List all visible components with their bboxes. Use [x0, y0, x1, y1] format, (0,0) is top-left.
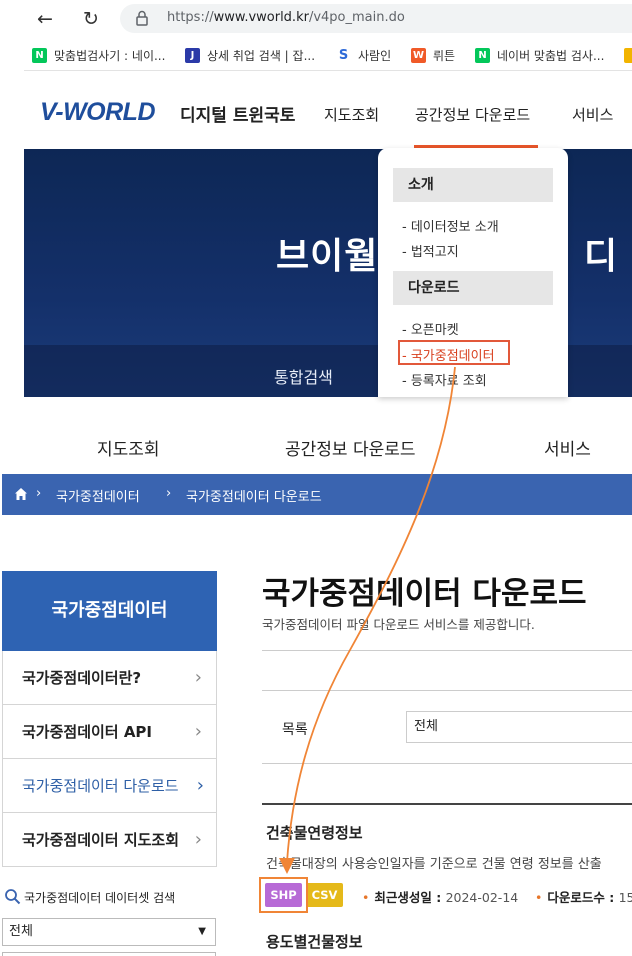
menu-item-open-market[interactable]: - 오픈마켓: [402, 319, 459, 338]
sidebar-item-label: 국가중점데이터 지도조회: [22, 831, 180, 849]
bookmark-label: 사람인: [358, 48, 392, 63]
gnb-service[interactable]: 서비스: [544, 435, 591, 460]
reload-icon[interactable]: ↻: [78, 6, 104, 32]
download-dropdown-menu: 소개 - 데이터정보 소개 - 법적고지 다운로드 - 오픈마켓 - 국가중점데…: [378, 148, 568, 397]
gnb-spatial-download[interactable]: 공간정보 다운로드: [415, 104, 530, 125]
sidebar-item-download[interactable]: 국가중점데이터 다운로드 ›: [2, 759, 217, 813]
dataset-download-count: • 다운로드수 : 15: [535, 890, 632, 905]
breadcrumb: › 국가중점데이터 › 국가중점데이터 다운로드: [2, 474, 632, 515]
dataset-title[interactable]: 용도별건물정보: [266, 931, 363, 952]
bookmark-label: 네이버 맞춤법 검사...: [497, 48, 605, 63]
menu-item-registered-data[interactable]: - 등록자료 조회: [402, 370, 487, 389]
divider: [262, 650, 632, 651]
menu-item-data-info[interactable]: - 데이터정보 소개: [402, 216, 499, 235]
search-icon: [5, 889, 21, 905]
highlight-box: [398, 340, 510, 365]
lock-icon: [136, 10, 148, 26]
dataset-select-secondary[interactable]: [2, 952, 216, 956]
sidebar-item-about[interactable]: 국가중점데이터란? ›: [2, 651, 217, 705]
gnb-service[interactable]: 서비스: [572, 104, 613, 125]
bookmark-label: 상세 취업 검색 | 잡...: [207, 48, 316, 63]
vworld-header: V-WORLD 디지털 트윈국토 지도조회 공간정보 다운로드 서비스: [24, 71, 632, 149]
sidebar-item-label: 국가중점데이터 API: [22, 723, 153, 741]
bookmark-label: 뤼튼: [433, 48, 456, 63]
bookmark-item[interactable]: N 네이버 맞춤법 검사...: [475, 45, 604, 65]
bookmark-overflow-icon[interactable]: [624, 45, 632, 65]
sidebar-item-label: 국가중점데이터란?: [22, 669, 142, 687]
divider: [262, 803, 632, 805]
page-description: 국가중점데이터 파일 다운로드 서비스를 제공합니다.: [262, 617, 535, 632]
bookmark-item[interactable]: J 상세 취업 검색 | 잡...: [185, 45, 315, 65]
chevron-right-icon: ›: [194, 829, 202, 850]
dataset-select[interactable]: 전체 ▼: [2, 918, 216, 946]
filter-select[interactable]: 전체: [406, 711, 632, 743]
breadcrumb-separator-icon: ›: [36, 486, 42, 501]
highlight-box: [259, 877, 308, 913]
breadcrumb-separator-icon: ›: [166, 486, 172, 501]
dropdown-header-download: 다운로드: [393, 271, 553, 305]
sidebar-item-label: 국가중점데이터 다운로드: [22, 777, 179, 795]
filter-label: 목록: [282, 722, 308, 738]
dropdown-header-intro: 소개: [393, 168, 553, 202]
divider: [262, 763, 632, 764]
bookmark-label: 맞춤법검사기 : 네이...: [54, 48, 166, 63]
chevron-right-icon: ›: [194, 667, 202, 688]
naver-icon: N: [32, 47, 47, 63]
sidebar-item-api[interactable]: 국가중점데이터 API ›: [2, 705, 217, 759]
wrtn-icon: W: [411, 47, 426, 63]
breadcrumb-item[interactable]: 국가중점데이터: [56, 486, 140, 505]
gnb-map-view[interactable]: 지도조회: [324, 104, 379, 125]
dataset-description: 건축물대장의 사용승인일자를 기준으로 건물 연령 정보를 산출: [266, 857, 602, 872]
naver-icon: N: [475, 47, 490, 63]
dataset-updated-date: • 최근생성일 : 2024-02-14: [362, 890, 519, 905]
banner-title: 브이월: [276, 236, 379, 277]
dataset-search-text: 국가중점데이터 데이터셋 검색: [24, 890, 176, 905]
caret-down-icon: ▼: [198, 926, 206, 937]
banner-title-tail: 디: [584, 236, 618, 277]
bookmarks-bar: N 맞춤법검사기 : 네이... J 상세 취업 검색 | 잡... S 사람인…: [24, 37, 632, 71]
csv-download-button[interactable]: CSV: [306, 883, 343, 907]
jobkorea-icon: J: [185, 47, 200, 63]
sidebar-item-map-view[interactable]: 국가중점데이터 지도조회 ›: [2, 813, 217, 867]
gnb-spatial-download[interactable]: 공간정보 다운로드: [285, 435, 416, 460]
saramin-icon: S: [336, 47, 351, 63]
vworld-logo[interactable]: V-WORLD: [40, 98, 156, 127]
dataset-search-label: 국가중점데이터 데이터셋 검색: [4, 888, 175, 906]
chevron-right-icon: ›: [196, 775, 204, 796]
bookmark-item[interactable]: N 맞춤법검사기 : 네이...: [32, 45, 165, 65]
bullet-icon: •: [535, 890, 543, 905]
gnb-map-view[interactable]: 지도조회: [97, 435, 160, 460]
integrated-search-tab[interactable]: 통합검색: [274, 364, 333, 388]
back-arrow-icon[interactable]: ←: [32, 6, 58, 32]
page-title: 국가중점데이터 다운로드: [262, 576, 587, 612]
url-text: https://www.vworld.kr/v4po_main.do: [167, 10, 405, 25]
home-icon[interactable]: [14, 487, 28, 501]
dataset-select-value: 전체: [9, 924, 33, 939]
bookmark-item[interactable]: W 뤼튼: [411, 45, 455, 65]
address-bar[interactable]: https://www.vworld.kr/v4po_main.do: [120, 4, 632, 33]
bookmark-item[interactable]: S 사람인: [336, 45, 391, 65]
page-gnb: 지도조회 공간정보 다운로드 서비스: [0, 420, 632, 474]
breadcrumb-item[interactable]: 국가중점데이터 다운로드: [186, 486, 322, 505]
vworld-logo-subtitle: 디지털 트윈국토: [180, 106, 296, 126]
bullet-icon: •: [362, 890, 370, 905]
sidebar-header: 국가중점데이터: [2, 571, 217, 651]
menu-item-legal-notice[interactable]: - 법적고지: [402, 241, 459, 260]
divider: [262, 690, 632, 691]
browser-toolbar: ← ↻ https://www.vworld.kr/v4po_main.do: [0, 0, 632, 37]
chevron-right-icon: ›: [194, 721, 202, 742]
dataset-title[interactable]: 건축물연령정보: [266, 822, 363, 843]
